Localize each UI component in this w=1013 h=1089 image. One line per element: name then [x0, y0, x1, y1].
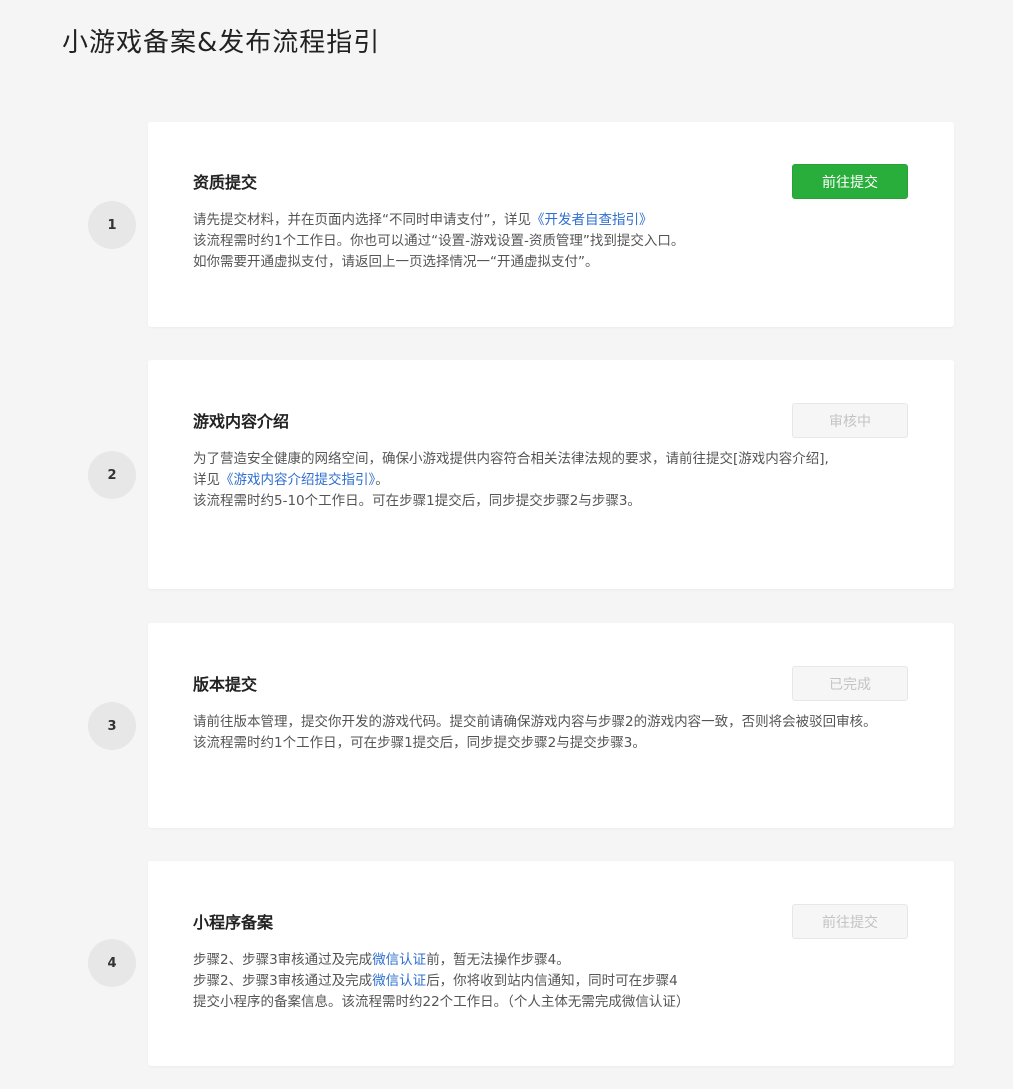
description-text: 详见	[193, 472, 220, 488]
game-content-guide-link[interactable]: 《游戏内容介绍提交指引》	[220, 472, 375, 488]
description-line: 步骤2、步骤3审核通过及完成微信认证前，暂无法操作步骤4。	[193, 950, 913, 971]
description-text: 前，暂无法操作步骤4。	[426, 952, 570, 968]
step-description-1: 请先提交材料，并在页面内选择“不同时申请支付”，详见《开发者自查指引》 该流程需…	[193, 210, 913, 273]
description-line: 步骤2、步骤3审核通过及完成微信认证后，你将收到站内信通知，同时可在步骤4	[193, 971, 913, 992]
description-line: 提交小程序的备案信息。该流程需时约22个工作日。（个人主体无需完成微信认证）	[193, 994, 690, 1010]
step-card-4: 小程序备案 前往提交 步骤2、步骤3审核通过及完成微信认证前，暂无法操作步骤4。…	[148, 861, 954, 1066]
description-line: 为了营造安全健康的网络空间，确保小游戏提供内容符合相关法律法规的要求，请前往提交…	[193, 451, 829, 467]
description-text: 步骤2、步骤3审核通过及完成	[193, 952, 373, 968]
description-line: 请先提交材料，并在页面内选择“不同时申请支付”，详见《开发者自查指引》	[193, 210, 913, 231]
description-line: 该流程需时约5-10个工作日。可在步骤1提交后，同步提交步骤2与步骤3。	[193, 493, 641, 509]
description-line: 请前往版本管理，提交你开发的游戏代码。提交前请确保游戏内容与步骤2的游戏内容一致…	[193, 714, 877, 730]
wechat-verification-link[interactable]: 微信认证	[372, 973, 426, 989]
step-title-4: 小程序备案	[193, 913, 274, 932]
description-text: 步骤2、步骤3审核通过及完成	[193, 973, 373, 989]
step-title-1: 资质提交	[193, 173, 258, 192]
step-card-1: 资质提交 前往提交 请先提交材料，并在页面内选择“不同时申请支付”，详见《开发者…	[148, 122, 954, 327]
developer-self-check-guide-link[interactable]: 《开发者自查指引》	[531, 212, 653, 228]
completed-button[interactable]: 已完成	[792, 666, 908, 701]
step-card-3: 版本提交 已完成 请前往版本管理，提交你开发的游戏代码。提交前请确保游戏内容与步…	[148, 623, 954, 828]
step-description-3: 请前往版本管理，提交你开发的游戏代码。提交前请确保游戏内容与步骤2的游戏内容一致…	[193, 712, 909, 754]
wechat-verification-link[interactable]: 微信认证	[372, 952, 426, 968]
step-title-3: 版本提交	[193, 675, 258, 694]
description-text: 后，你将收到站内信通知，同时可在步骤4	[426, 973, 678, 989]
step-number-4: 4	[88, 939, 136, 987]
filing-submit-button[interactable]: 前往提交	[792, 904, 908, 939]
submit-qualification-button[interactable]: 前往提交	[792, 164, 908, 199]
description-line: 如你需要开通虚拟支付，请返回上一页选择情况一“开通虚拟支付”。	[193, 254, 599, 270]
page: 小游戏备案&发布流程指引 1 资质提交 前往提交 请先提交材料，并在页面内选择“…	[0, 0, 1013, 1089]
step-description-4: 步骤2、步骤3审核通过及完成微信认证前，暂无法操作步骤4。 步骤2、步骤3审核通…	[193, 950, 913, 1013]
description-text: 。	[375, 472, 389, 488]
step-description-2: 为了营造安全健康的网络空间，确保小游戏提供内容符合相关法律法规的要求，请前往提交…	[193, 449, 889, 512]
description-line: 该流程需时约1个工作日。你也可以通过“设置-游戏设置-资质管理”找到提交入口。	[193, 233, 685, 249]
step-number-3: 3	[88, 702, 136, 750]
step-number-2: 2	[88, 451, 136, 499]
step-number-1: 1	[88, 201, 136, 249]
step-title-2: 游戏内容介绍	[193, 412, 290, 431]
step-card-2: 游戏内容介绍 审核中 为了营造安全健康的网络空间，确保小游戏提供内容符合相关法律…	[148, 360, 954, 589]
page-title: 小游戏备案&发布流程指引	[62, 28, 381, 58]
description-text: 请先提交材料，并在页面内选择“不同时申请支付”，详见	[193, 212, 531, 228]
under-review-button[interactable]: 审核中	[792, 403, 908, 438]
description-line: 详见《游戏内容介绍提交指引》。	[193, 470, 889, 491]
description-line: 该流程需时约1个工作日，可在步骤1提交后，同步提交步骤2与提交步骤3。	[193, 735, 646, 751]
